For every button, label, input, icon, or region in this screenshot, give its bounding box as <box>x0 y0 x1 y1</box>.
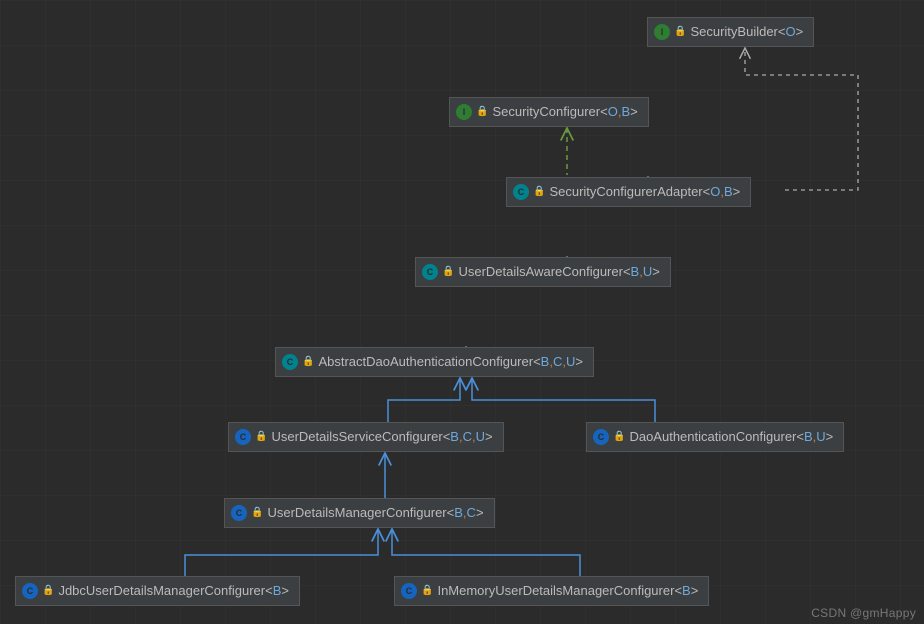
diagram-canvas: { "watermark": "CSDN @gmHappy", "diagram… <box>0 0 924 624</box>
node-dao-authentication-configurer[interactable]: C 🔒 DaoAuthenticationConfigurer < B, U > <box>586 422 844 452</box>
class-name: UserDetailsManagerConfigurer <box>267 498 446 528</box>
class-icon: C <box>22 583 38 599</box>
edge-layer <box>0 0 924 624</box>
node-user-details-aware-configurer[interactable]: C 🔒 UserDetailsAwareConfigurer < B, U > <box>415 257 671 287</box>
node-user-details-manager-configurer[interactable]: C 🔒 UserDetailsManagerConfigurer < B, C … <box>224 498 495 528</box>
class-icon: C <box>593 429 609 445</box>
type-param: B <box>804 422 813 452</box>
lock-icon: 🔒 <box>302 347 314 377</box>
lock-icon: 🔒 <box>42 576 54 606</box>
class-icon: C <box>401 583 417 599</box>
type-param: O <box>608 97 618 127</box>
type-param: U <box>643 257 652 287</box>
type-param: C <box>467 498 476 528</box>
type-param: U <box>476 422 485 452</box>
lock-icon: 🔒 <box>613 422 625 452</box>
type-param: O <box>710 177 720 207</box>
node-user-details-service-configurer[interactable]: C 🔒 UserDetailsServiceConfigurer < B, C,… <box>228 422 504 452</box>
node-abstract-dao-authentication-configurer[interactable]: C 🔒 AbstractDaoAuthenticationConfigurer … <box>275 347 594 377</box>
node-in-memory-user-details-manager-configurer[interactable]: C 🔒 InMemoryUserDetailsManagerConfigurer… <box>394 576 709 606</box>
lock-icon: 🔒 <box>442 257 454 287</box>
type-param: C <box>463 422 472 452</box>
class-icon: C <box>231 505 247 521</box>
lock-icon: 🔒 <box>533 177 545 207</box>
interface-icon: I <box>654 24 670 40</box>
class-name: SecurityConfigurerAdapter <box>549 177 702 207</box>
type-param: B <box>541 347 550 377</box>
edge-extends <box>388 378 460 422</box>
type-param: C <box>553 347 562 377</box>
abstract-class-icon: C <box>282 354 298 370</box>
edge-uses <box>745 48 858 190</box>
type-param: U <box>566 347 575 377</box>
lock-icon: 🔒 <box>421 576 433 606</box>
class-name: JdbcUserDetailsManagerConfigurer <box>58 576 265 606</box>
interface-icon: I <box>456 104 472 120</box>
class-name: InMemoryUserDetailsManagerConfigurer <box>437 576 674 606</box>
class-name: DaoAuthenticationConfigurer <box>629 422 796 452</box>
lock-icon: 🔒 <box>674 17 686 47</box>
class-icon: C <box>235 429 251 445</box>
type-param: U <box>816 422 825 452</box>
class-name: UserDetailsAwareConfigurer <box>458 257 623 287</box>
edge-extends <box>472 378 655 422</box>
lock-icon: 🔒 <box>251 498 263 528</box>
type-param: B <box>631 257 640 287</box>
node-security-configurer[interactable]: I 🔒 SecurityConfigurer < O, B > <box>449 97 649 127</box>
lock-icon: 🔒 <box>476 97 488 127</box>
node-security-configurer-adapter[interactable]: C 🔒 SecurityConfigurerAdapter < O, B > <box>506 177 751 207</box>
abstract-class-icon: C <box>513 184 529 200</box>
type-param: B <box>724 177 733 207</box>
node-jdbc-user-details-manager-configurer[interactable]: C 🔒 JdbcUserDetailsManagerConfigurer < B… <box>15 576 300 606</box>
class-name: SecurityBuilder <box>690 17 777 47</box>
type-param: B <box>621 97 630 127</box>
type-param: B <box>450 422 459 452</box>
type-param: O <box>785 17 795 47</box>
lock-icon: 🔒 <box>255 422 267 452</box>
watermark: CSDN @gmHappy <box>811 606 916 620</box>
class-name: SecurityConfigurer <box>492 97 600 127</box>
type-param: B <box>682 576 691 606</box>
class-name: AbstractDaoAuthenticationConfigurer <box>318 347 533 377</box>
edge-extends <box>392 529 580 576</box>
edge-extends <box>185 529 378 576</box>
class-name: UserDetailsServiceConfigurer <box>271 422 442 452</box>
node-security-builder[interactable]: I 🔒 SecurityBuilder < O > <box>647 17 814 47</box>
type-param: B <box>454 498 463 528</box>
type-param: B <box>273 576 282 606</box>
abstract-class-icon: C <box>422 264 438 280</box>
